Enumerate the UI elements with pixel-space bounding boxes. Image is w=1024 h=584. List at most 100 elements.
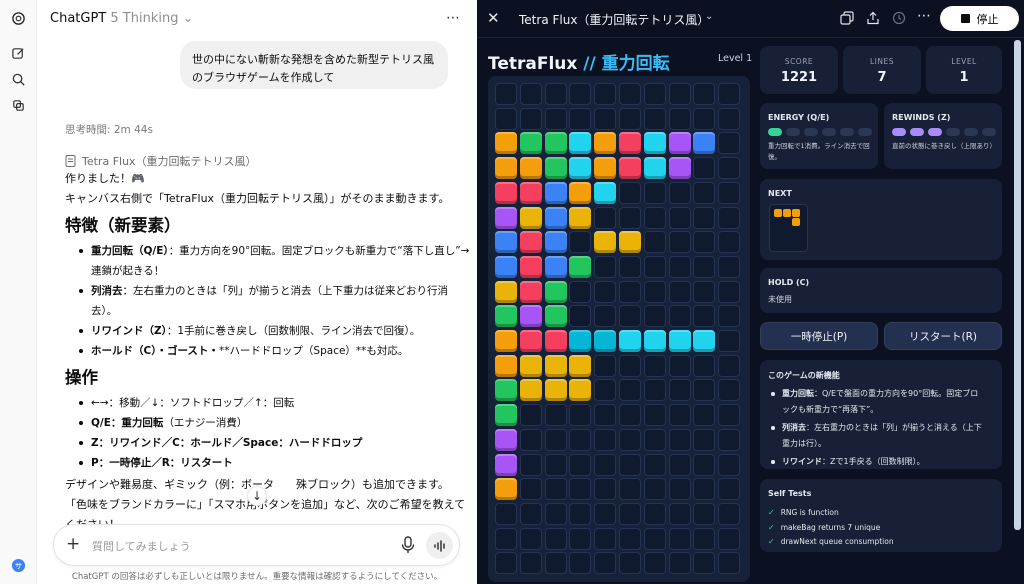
model-selector[interactable]: ChatGPT 5 Thinking ⌄	[50, 11, 194, 26]
board-cell-empty	[519, 552, 542, 575]
board-block	[519, 255, 542, 278]
board-cell-empty	[718, 231, 741, 254]
next-piece-block	[783, 209, 791, 217]
avatar[interactable]: サ	[9, 556, 28, 575]
feature-item-bold: 列消去	[91, 285, 123, 297]
plus-icon[interactable]: +	[66, 534, 80, 554]
board-cell-empty	[643, 206, 666, 229]
board-cell-empty	[544, 83, 567, 105]
board-cell-empty	[643, 404, 666, 427]
board-cell-empty	[693, 478, 716, 501]
scroll-down-button[interactable]: ↓	[247, 486, 267, 506]
board-block	[495, 157, 517, 180]
board-block	[519, 206, 542, 229]
new-chat-icon[interactable]	[9, 44, 28, 63]
board-cell-empty	[693, 231, 716, 254]
score-panel: SCORE 1221	[760, 46, 838, 94]
intro-line-2: キャンバス右側で「TetraFlux（重力回転テトリス風）」がそのまま動きます。	[65, 192, 450, 205]
board-cell-empty	[718, 428, 741, 451]
meter-pip	[928, 128, 942, 136]
board-cell-empty	[594, 552, 617, 575]
search-icon[interactable]	[9, 70, 28, 89]
board-cell-empty	[693, 206, 716, 229]
stop-button[interactable]: 停止	[940, 6, 1019, 31]
check-icon: ✓	[768, 537, 775, 546]
board-block	[544, 132, 567, 155]
board-cell-empty	[718, 527, 741, 550]
board-cell-empty	[619, 83, 641, 105]
svg-text:サ: サ	[15, 561, 23, 570]
board-cell-empty	[594, 502, 617, 525]
board-cell-empty	[668, 453, 691, 476]
board-cell-empty	[519, 107, 542, 130]
board-block	[519, 305, 542, 328]
board-cell-empty	[718, 330, 741, 352]
game-board-frame	[488, 76, 750, 582]
outro-line-1: デザインや難易度、ギミック（例：ボータ 殊ブロック）も追加できます。	[65, 478, 449, 491]
board-cell-empty	[643, 354, 666, 377]
board-cell-empty	[643, 502, 666, 525]
board-cell-empty	[668, 206, 691, 229]
chat-panel: ChatGPT 5 Thinking ⌄ ⋯ 世の中にない斬新な発想を含めた新型…	[37, 0, 510, 584]
energy-meter	[768, 128, 872, 136]
board-cell-empty	[668, 552, 691, 575]
board-cell-empty	[519, 404, 542, 427]
meter-pip	[946, 128, 960, 136]
canvas-scrollbar[interactable]	[1014, 40, 1021, 530]
feature-item-text: ：左右重力のときは「列」が揃うと消去（上下重力は従来どおり行消去）。	[91, 285, 448, 317]
feature-item-bold: ホールド（C）・ゴースト・	[91, 345, 219, 357]
board-block	[495, 231, 517, 254]
next-piece-preview	[769, 204, 808, 252]
chevron-down-icon[interactable]: ⌄	[705, 11, 713, 22]
energy-description: 重力回転で1消費。ライン消去で回復。	[768, 142, 870, 161]
meter-pip	[910, 128, 924, 136]
openai-logo-icon[interactable]	[9, 9, 28, 28]
more-options-icon[interactable]: ⋯	[917, 8, 931, 24]
hold-title: HOLD (C)	[768, 278, 810, 287]
board-block	[544, 330, 567, 352]
next-title: NEXT	[768, 189, 792, 198]
board-block	[619, 132, 641, 155]
library-icon[interactable]	[9, 96, 28, 115]
history-icon[interactable]	[892, 11, 906, 25]
board-cell-empty	[594, 305, 617, 328]
copy-icon[interactable]	[840, 11, 854, 25]
self-test-item: ✓ makeBag returns 7 unique	[768, 521, 894, 536]
board-cell-empty	[693, 181, 716, 204]
restart-button[interactable]: リスタート(R)	[884, 322, 1002, 350]
game-board[interactable]	[495, 83, 743, 577]
chat-input[interactable]	[92, 536, 392, 556]
game-title: TetraFlux // 重力回転	[488, 49, 670, 74]
board-cell-empty	[619, 552, 641, 575]
board-cell-empty	[544, 552, 567, 575]
canvas-title[interactable]: Tetra Flux（重力回転テトリス風）	[519, 11, 709, 28]
pause-button[interactable]: 一時停止(P)	[760, 322, 878, 350]
board-block	[519, 330, 542, 352]
left-rail: サ	[0, 0, 37, 584]
level-value: 1	[959, 70, 969, 85]
board-cell-empty	[569, 107, 592, 130]
close-icon[interactable]: ✕	[487, 9, 500, 27]
board-cell-empty	[643, 552, 666, 575]
feature-item-bold: 重力回転（Q/E）	[91, 245, 169, 257]
board-cell-empty	[718, 478, 741, 501]
board-block	[569, 255, 592, 278]
check-icon: ✓	[768, 522, 775, 532]
board-cell-empty	[569, 552, 592, 575]
more-options-icon[interactable]: ⋯	[446, 10, 461, 26]
share-icon[interactable]	[866, 11, 880, 25]
user-message: 世の中にない斬新な発想を含めた新型テトリス風のブラウザゲームを作成して	[180, 41, 448, 89]
canvas-reference[interactable]: Tetra Flux（重力回転テトリス風）	[65, 152, 470, 169]
board-cell-empty	[693, 305, 716, 328]
microphone-icon[interactable]	[400, 536, 416, 554]
board-cell-empty	[594, 354, 617, 377]
board-cell-empty	[619, 305, 641, 328]
board-cell-empty	[594, 107, 617, 130]
board-cell-empty	[594, 255, 617, 278]
board-cell-empty	[495, 552, 517, 575]
board-cell-empty	[643, 527, 666, 550]
board-block	[594, 157, 617, 180]
thinking-time[interactable]: 思考時間: 2m 44s	[65, 122, 470, 140]
lines-panel: LINES 7	[843, 46, 921, 94]
voice-mode-button[interactable]	[426, 532, 453, 559]
